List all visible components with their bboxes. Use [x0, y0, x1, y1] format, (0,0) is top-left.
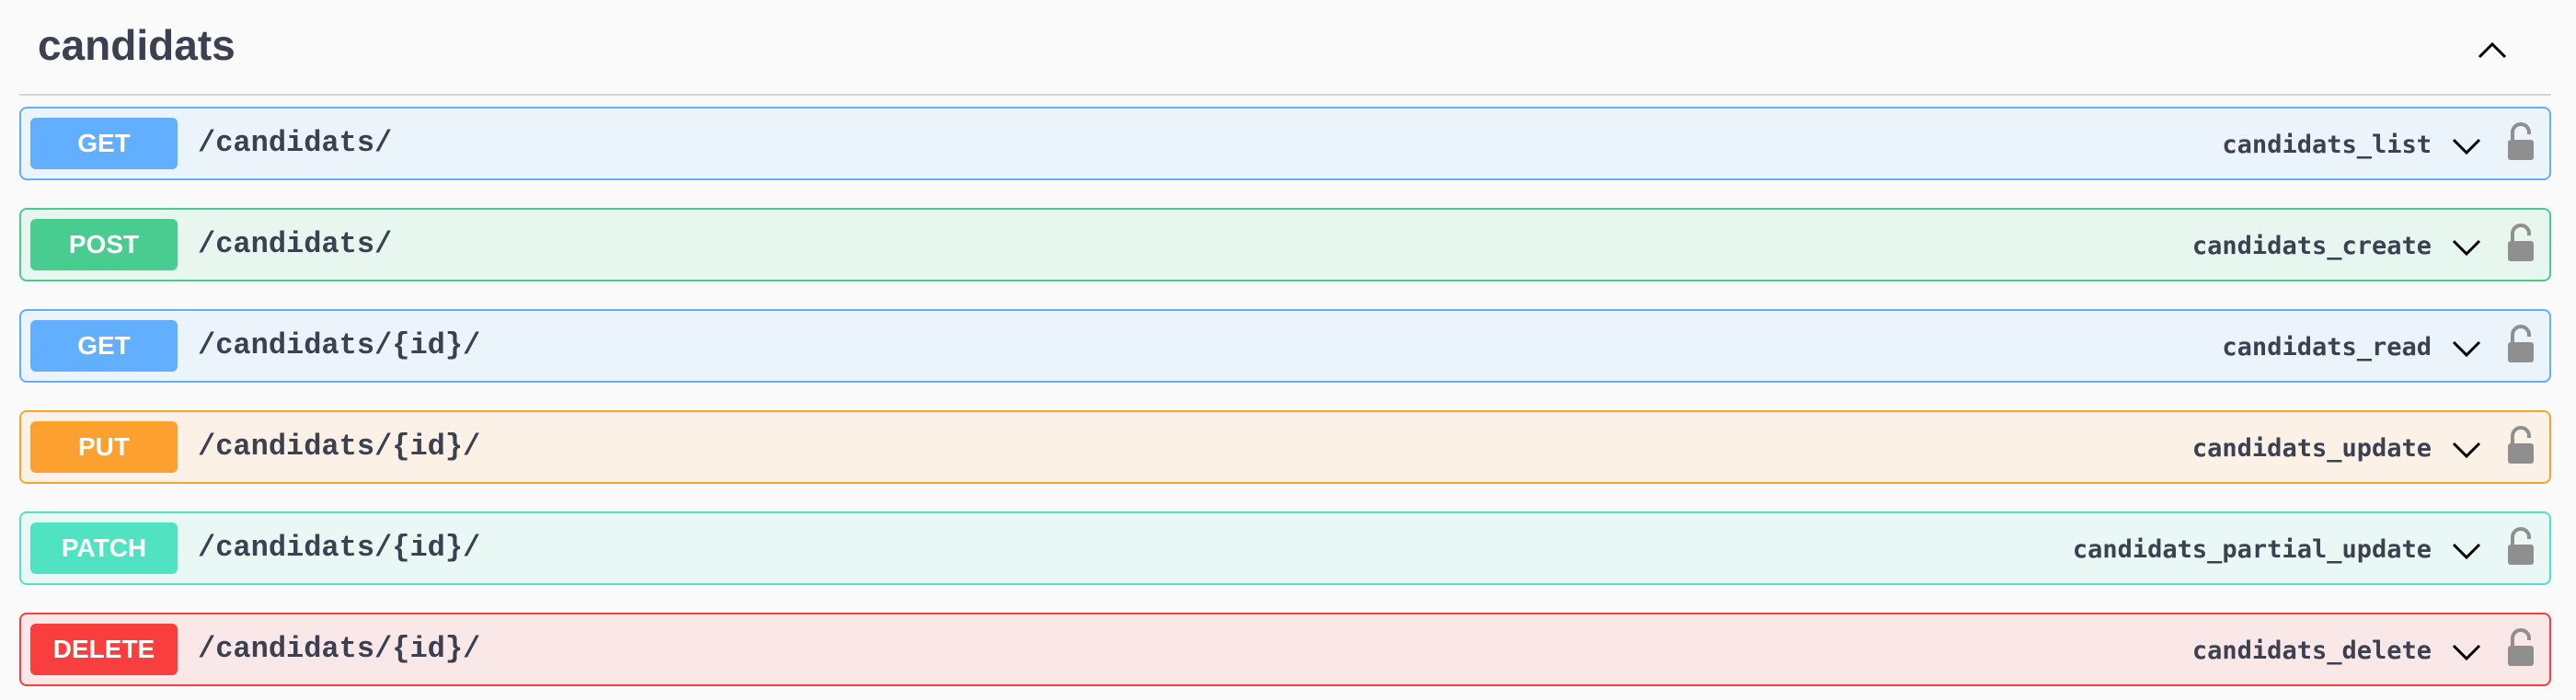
method-badge: PATCH [30, 522, 178, 574]
operation-post-candidats-create[interactable]: POST /candidats/ candidats_create [19, 208, 2551, 281]
operation-path: /candidats/ [198, 126, 393, 160]
operation-put-candidats-update[interactable]: PUT /candidats/{id}/ candidats_update [19, 410, 2551, 484]
tag-section-candidats: candidats GET /candidats/ candidats_list… [0, 0, 2576, 700]
collapse-chevron-up-icon[interactable] [2470, 28, 2514, 72]
lock-icon[interactable] [2505, 324, 2536, 366]
method-badge: PUT [30, 421, 178, 473]
operation-get-candidats-list[interactable]: GET /candidats/ candidats_list [19, 107, 2551, 180]
operation-path: /candidats/{id}/ [198, 632, 481, 666]
chevron-down-icon[interactable] [2448, 430, 2485, 467]
method-badge: GET [30, 320, 178, 372]
chevron-down-icon[interactable] [2448, 633, 2485, 670]
operation-path: /candidats/{id}/ [198, 531, 481, 565]
chevron-down-icon[interactable] [2448, 532, 2485, 568]
operation-path: /candidats/{id}/ [198, 328, 481, 362]
operation-id: candidats_delete [2191, 637, 2432, 665]
operation-id: candidats_read [2222, 333, 2432, 361]
operation-delete-candidats-delete[interactable]: DELETE /candidats/{id}/ candidats_delete [19, 613, 2551, 686]
method-badge: GET [30, 118, 178, 169]
operation-id: candidats_create [2191, 232, 2432, 260]
operation-get-candidats-read[interactable]: GET /candidats/{id}/ candidats_read [19, 309, 2551, 383]
chevron-down-icon[interactable] [2448, 329, 2485, 366]
lock-icon[interactable] [2505, 526, 2536, 568]
chevron-down-icon[interactable] [2448, 127, 2485, 164]
method-badge: DELETE [30, 624, 178, 675]
operation-path: /candidats/{id}/ [198, 430, 481, 464]
operation-id: candidats_update [2191, 434, 2432, 463]
operation-path: /candidats/ [198, 227, 393, 261]
operation-id: candidats_list [2222, 131, 2432, 159]
tag-title: candidats [38, 21, 236, 69]
lock-icon[interactable] [2505, 121, 2536, 164]
method-badge: POST [30, 219, 178, 270]
lock-icon[interactable] [2505, 223, 2536, 265]
tag-header[interactable]: candidats [19, 0, 2551, 96]
chevron-down-icon[interactable] [2448, 228, 2485, 265]
operation-id: candidats_partial_update [2072, 535, 2432, 564]
lock-icon[interactable] [2505, 425, 2536, 467]
lock-icon[interactable] [2505, 627, 2536, 670]
operation-patch-candidats-partial-update[interactable]: PATCH /candidats/{id}/ candidats_partial… [19, 511, 2551, 585]
